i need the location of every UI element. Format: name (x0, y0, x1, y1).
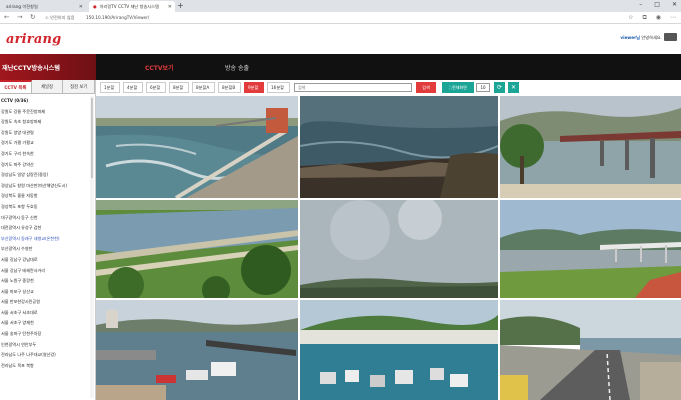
user-greeting: 안녕하세요. (641, 35, 662, 40)
layout-button[interactable]: 8분할B (218, 82, 241, 93)
forward-icon[interactable]: → (17, 13, 22, 21)
top-nav: 재난CCTV방송시스템 CCTV보기 방송 송출 (0, 54, 681, 80)
layout-button[interactable]: 6분할 (146, 82, 166, 93)
cctv-list-item[interactable]: 경상북도 포항 두호동 (0, 202, 95, 213)
camera-feed-mountain-bridge[interactable] (500, 200, 681, 298)
address-bar: ← → ↻ ⚠ 안전하지 않음 150.10.190/ArirangTV/Vie… (0, 12, 681, 24)
nav-cctv-view[interactable]: CCTV보기 (145, 63, 174, 72)
cctv-list-item[interactable]: 서울 강남구 테헤란사거리 (0, 266, 95, 277)
maximize-icon[interactable]: □ (654, 1, 660, 8)
layout-button[interactable]: 4분할 (123, 82, 143, 93)
camera-feed-foggy-sky[interactable] (300, 200, 498, 298)
camera-feed-rocky-sea[interactable] (300, 96, 498, 198)
system-title: 재난CCTV방송시스템 (0, 54, 96, 80)
tab-cctv-list[interactable]: CCTV 목록 (0, 80, 32, 93)
layout-toolbar: 1분할4분할6분할8분할8분할A8분할B9분할16분할 검색 ⛶ 전체화면 10… (96, 80, 681, 96)
cctv-list-item[interactable]: 부산광역시 수영만 (0, 244, 95, 255)
nav-broadcast[interactable]: 방송 송출 (225, 63, 249, 72)
cctv-list-item[interactable]: 강원도 양양 대관령 (0, 128, 95, 139)
logout-button[interactable] (664, 33, 677, 41)
search-button[interactable]: 검색 (416, 82, 436, 93)
cctv-list-item[interactable]: 경기도 구리 한속한 (0, 149, 95, 160)
tab-title: 아리랑TV CCTV 재난 방송시스템 (99, 3, 159, 9)
favorite-icon[interactable]: ☆ (628, 14, 633, 22)
profile-icon[interactable]: ◉ (656, 14, 661, 22)
new-tab-icon[interactable]: + (177, 1, 184, 10)
expand-icon[interactable]: ⟳ (494, 82, 505, 93)
fullscreen-button[interactable]: ⛶ 전체화면 (442, 82, 474, 93)
sidebar-scrollbar[interactable] (90, 96, 94, 398)
tab-title: arirang 이전창일 (6, 3, 38, 9)
interval-input[interactable]: 10 (476, 83, 490, 92)
scrollbar-thumb[interactable] (91, 98, 93, 178)
cctv-list-item[interactable]: 서울 송파구 탄천주차장 (0, 329, 95, 340)
camera-feed-bridge-river[interactable] (500, 96, 681, 198)
layout-button[interactable]: 1분할 (100, 82, 120, 93)
cctv-list-item[interactable]: 경기도 가평 가평교 (0, 138, 95, 149)
close-icon[interactable]: ✕ (168, 4, 172, 10)
layout-button[interactable]: 8분할 (169, 82, 189, 93)
collections-icon[interactable]: ⧉ (642, 14, 646, 22)
search-input[interactable] (294, 83, 412, 92)
cctv-count-heading[interactable]: CCTV (0/36) (0, 96, 95, 107)
cctv-list-item[interactable]: 경상남도 일양 삼랑진(중앙) (0, 170, 95, 181)
camera-grid (96, 96, 681, 400)
camera-feed-riverside-park[interactable] (96, 200, 298, 298)
cctv-list-item[interactable]: 서울 마포구 성산교 (0, 287, 95, 298)
url-field[interactable]: 150.10.190/ArirangTV/Viewer/ (86, 15, 149, 20)
reload-icon[interactable]: ↻ (30, 13, 35, 21)
cctv-sidebar: CCTV 목록 채널정 점검 보기 CCTV (0/36) 강원도 강릉 주문진방… (0, 80, 96, 400)
cctv-list-item[interactable]: 인천광역시 연안부두 (0, 340, 95, 351)
cctv-list-item[interactable]: 강원도 속초 청호방파제 (0, 117, 95, 128)
tab-inspection[interactable]: 점검 보기 (63, 80, 96, 93)
tab-channel[interactable]: 채널정 (31, 80, 64, 93)
layout-button[interactable]: 9분할 (244, 82, 264, 93)
cctv-list-item[interactable]: 서울 서초구 서초대로 (0, 308, 95, 319)
cctv-list-item[interactable]: 전라남도 목포 북항 (0, 361, 95, 372)
cctv-list-item[interactable]: 경상북도 울릉 저동항 (0, 191, 95, 202)
cctv-list-item[interactable]: 경상남도 창원 마산만(마산해양신도시) (0, 181, 95, 192)
minimize-icon[interactable]: – (639, 1, 642, 8)
close-icon[interactable]: ✕ (508, 82, 519, 93)
camera-feed-harbor-boats[interactable] (96, 300, 298, 400)
cctv-list-item[interactable]: 대전광역시 유성구 갑천 (0, 223, 95, 234)
arirang-logo[interactable]: arirang (6, 32, 61, 47)
favicon-icon: ● (93, 4, 97, 9)
browser-tab-inactive[interactable]: arirang 이전창일 ✕ (2, 1, 86, 12)
user-info: viewer님 안녕하세요. (620, 35, 662, 41)
user-name: viewer님 (620, 35, 641, 40)
cctv-list-item[interactable]: 서울 서초구 양재천 (0, 318, 95, 329)
cctv-list-item[interactable]: 서울 강남구 강남대로 (0, 255, 95, 266)
cctv-list-item[interactable]: 대구광역시 동구 신천 (0, 213, 95, 224)
back-icon[interactable]: ← (4, 13, 9, 21)
window-controls: – □ ✕ (639, 1, 677, 8)
camera-feed-coastal-road[interactable] (500, 300, 681, 400)
camera-feed-fishing-port[interactable] (300, 300, 498, 400)
cctv-list-item[interactable]: 경기도 파주 강약산 (0, 160, 95, 171)
browser-actions: ☆ ⧉ ◉ ⋯ (628, 14, 676, 22)
sidebar-tabs: CCTV 목록 채널정 점검 보기 (0, 80, 96, 94)
site-header: arirang viewer님 안녕하세요. (0, 24, 681, 54)
security-warning[interactable]: ⚠ 안전하지 않음 (45, 15, 75, 21)
more-icon[interactable]: ⋯ (670, 14, 676, 22)
cctv-list-item[interactable]: 서울 반포한강시민공원 (0, 297, 95, 308)
cctv-list-item[interactable]: 전라남도 나주 나주대교(영산강) (0, 350, 95, 361)
browser-tab-bar: arirang 이전창일 ✕ ● 아리랑TV CCTV 재난 방송시스템 ✕ +… (0, 0, 681, 12)
layout-button[interactable]: 16분할 (267, 82, 290, 93)
cctv-list-item[interactable]: 강원도 강릉 주문진방파제 (0, 107, 95, 118)
close-icon[interactable]: ✕ (79, 4, 83, 10)
camera-feed-coast-breakwater[interactable] (96, 96, 298, 198)
cctv-list-item[interactable]: 부산광역시 동래구 세병교(온천천) (0, 234, 95, 245)
browser-tab-active[interactable]: ● 아리랑TV CCTV 재난 방송시스템 ✕ (89, 1, 175, 12)
layout-button[interactable]: 8분할A (192, 82, 215, 93)
window-close-icon[interactable]: ✕ (672, 1, 677, 8)
cctv-list: CCTV (0/36) 강원도 강릉 주문진방파제 강원도 속초 청호방파제 강원도 … (0, 94, 95, 371)
cctv-list-item[interactable]: 서울 노원구 중랑천 (0, 276, 95, 287)
